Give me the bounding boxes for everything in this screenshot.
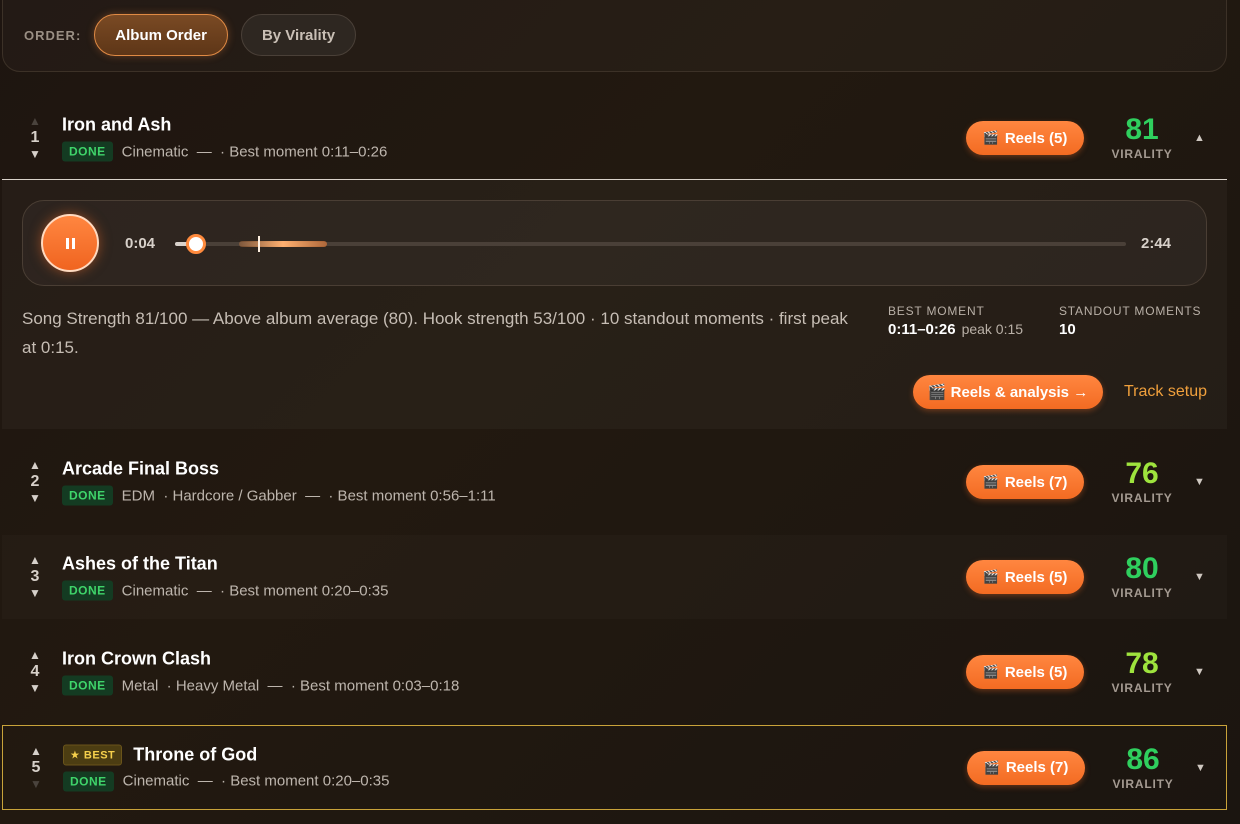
track-meta: EDM · Hardcore / Gabber — · Best moment … (121, 487, 496, 504)
track-title: Ashes of the Titan (62, 553, 218, 574)
virality-score: 80 VIRALITY (1111, 552, 1173, 601)
expand-chevron-icon[interactable]: ▼ (1194, 571, 1205, 583)
status-badge: DONE (62, 675, 113, 696)
virality-score: 76 VIRALITY (1111, 457, 1173, 506)
move-down-icon[interactable]: ▼ (29, 587, 41, 600)
track-title: Throne of God (133, 744, 258, 764)
expand-chevron-icon[interactable]: ▼ (1194, 476, 1205, 488)
track-meta: Cinematic — · Best moment 0:20–0:35 (122, 772, 390, 790)
best-moment-stat: BEST MOMENT 0:11–0:26 peak 0:15 (888, 304, 1024, 338)
seek-handle[interactable] (186, 234, 206, 254)
move-up-icon[interactable]: ▲ (29, 649, 41, 662)
track-title: Arcade Final Boss (62, 458, 220, 479)
reels-button[interactable]: 🎬 Reels (5) (966, 655, 1084, 689)
track-row[interactable]: ▲ 2 ▼ Arcade Final Boss DONE EDM · Hardc… (2, 440, 1227, 524)
clapperboard-icon: 🎬 (983, 759, 1000, 775)
peak-marker (258, 236, 260, 252)
track-setup-link[interactable]: Track setup (1124, 383, 1207, 401)
order-bar: ORDER: Album Order By Virality (2, 0, 1227, 72)
clapperboard-icon: 🎬 (982, 664, 999, 679)
reels-analysis-button[interactable]: 🎬 Reels & analysis → (913, 375, 1103, 409)
reels-button[interactable]: 🎬 Reels (5) (966, 560, 1084, 594)
by-virality-button[interactable]: By Virality (240, 14, 357, 56)
clapperboard-icon: 🎬 (982, 474, 999, 489)
order-label: ORDER: (24, 27, 82, 43)
duration: 2:44 (1141, 235, 1172, 252)
track-row[interactable]: ▲ 3 ▼ Ashes of the Titan DONE Cinematic … (2, 535, 1227, 619)
move-up-icon[interactable]: ▲ (30, 744, 42, 758)
move-down-icon[interactable]: ▼ (29, 682, 41, 695)
move-down-icon[interactable]: ▼ (30, 777, 42, 791)
reorder-controls: ▲ 3 ▼ (24, 554, 46, 600)
pause-button[interactable] (41, 214, 99, 272)
virality-score: 78 VIRALITY (1111, 647, 1173, 696)
collapse-chevron-icon[interactable]: ▲ (1194, 132, 1205, 144)
reels-button[interactable]: 🎬 Reels (7) (967, 750, 1085, 785)
best-moment-highlight (239, 241, 327, 247)
track-number: 5 (31, 758, 41, 776)
move-up-icon[interactable]: ▲ (29, 554, 41, 567)
pause-icon (64, 237, 76, 249)
track-number: 1 (30, 129, 40, 146)
reorder-controls: ▲ 5 ▼ (25, 744, 47, 791)
status-badge: DONE (62, 485, 113, 506)
track-meta: Metal · Heavy Metal — · Best moment 0:03… (121, 677, 460, 694)
move-down-icon[interactable]: ▼ (29, 148, 41, 161)
status-badge: DONE (62, 141, 113, 162)
track-number: 4 (30, 663, 40, 680)
album-order-button[interactable]: Album Order (94, 14, 228, 56)
reorder-controls: ▲ 2 ▼ (24, 459, 46, 505)
virality-score: 81 VIRALITY (1111, 113, 1173, 162)
virality-score: 86 VIRALITY (1112, 742, 1174, 791)
expanded-track-panel: 0:04 2:44 Song Strength 81/100 — Above a… (2, 179, 1227, 429)
reorder-controls: ▲ 4 ▼ (24, 649, 46, 695)
audio-player: 0:04 2:44 (22, 200, 1207, 286)
reels-button[interactable]: 🎬 Reels (7) (966, 465, 1084, 499)
current-time: 0:04 (125, 235, 156, 252)
standout-moments-stat: STANDOUT MOMENTS 10 (1059, 304, 1202, 338)
track-title: Iron Crown Clash (62, 648, 212, 669)
status-badge: DONE (63, 771, 114, 791)
best-badge: ★ BEST (63, 744, 123, 765)
track-meta: Cinematic — · Best moment 0:20–0:35 (121, 582, 389, 599)
move-down-icon[interactable]: ▼ (29, 492, 41, 505)
reorder-controls: ▲ 1 ▼ (24, 115, 46, 161)
move-up-icon[interactable]: ▲ (29, 459, 41, 472)
move-up-icon[interactable]: ▲ (29, 115, 41, 128)
track-number: 2 (30, 473, 40, 490)
track-title: Iron and Ash (62, 114, 172, 135)
clapperboard-icon: 🎬 (982, 130, 999, 145)
clapperboard-icon: 🎬 (982, 569, 999, 584)
track-meta: Cinematic — · Best moment 0:11–0:26 (121, 143, 388, 160)
track-number: 3 (30, 568, 40, 585)
analysis-text: Song Strength 81/100 — Above album avera… (22, 309, 848, 357)
track-row[interactable]: ▲ 5 ▼ ★ BEST Throne of God DONE Cinemati… (2, 725, 1227, 810)
track-row[interactable]: ▲ 1 ▼ Iron and Ash DONE Cinematic — · Be… (2, 96, 1227, 180)
track-row[interactable]: ▲ 4 ▼ Iron Crown Clash DONE Metal · Heav… (2, 630, 1227, 714)
reels-button[interactable]: 🎬 Reels (5) (966, 121, 1084, 155)
expand-chevron-icon[interactable]: ▼ (1194, 666, 1205, 678)
expand-chevron-icon[interactable]: ▼ (1195, 762, 1206, 774)
status-badge: DONE (62, 580, 113, 601)
